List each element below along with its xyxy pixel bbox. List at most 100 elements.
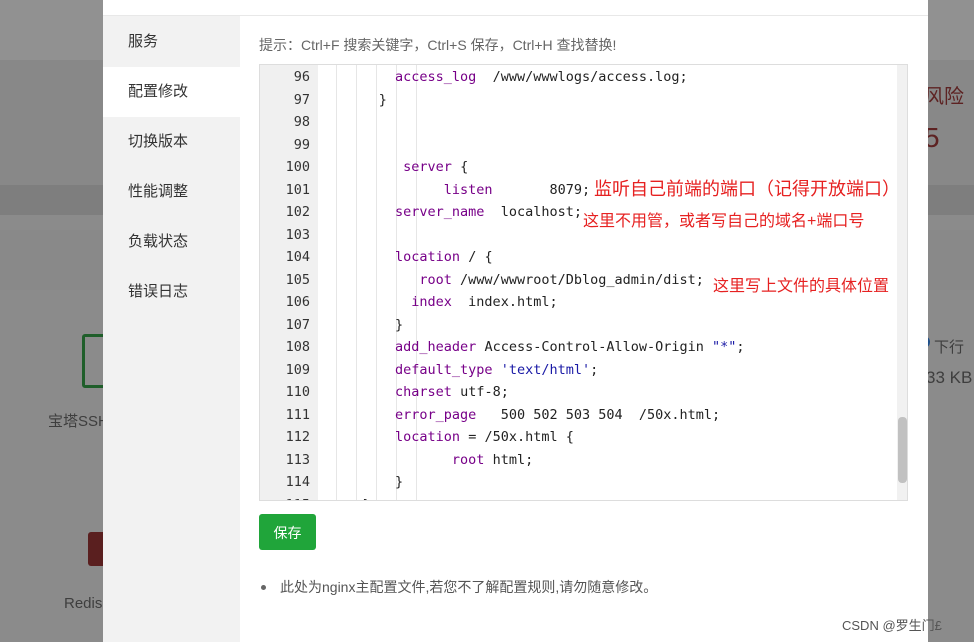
code-keyword: root: [451, 451, 485, 468]
download-value: 33 KB: [926, 368, 973, 387]
code-token: Access-Control-Allow-Origin: [476, 339, 713, 355]
line-number: 102: [285, 204, 310, 220]
line-number: 99: [293, 136, 310, 153]
save-button[interactable]: 保存: [259, 514, 316, 550]
code-token: /www/wwwlogs/access.log;: [476, 69, 688, 85]
line-number: 105: [285, 271, 310, 288]
annotation-listen-port: 监听自己前端的端口（记得开放端口）: [594, 179, 900, 199]
line-number: 111: [285, 406, 310, 423]
config-warning-note: 此处为nginx主配置文件,若您不了解配置规则,请勿随意修改。: [259, 577, 657, 597]
code-text: listen 8079;: [330, 179, 590, 202]
code-token: / {: [460, 249, 493, 265]
code-text: server_name localhost;: [330, 201, 582, 224]
code-text: location / {: [330, 246, 493, 269]
code-token: 500 502 503 504 /50x.html;: [476, 406, 721, 423]
code-keyword: root: [419, 271, 452, 288]
code-token: }: [395, 474, 404, 490]
code-text: }: [330, 471, 403, 494]
annotation-server-name: 这里不用管，或者写自己的域名+端口号: [583, 213, 865, 230]
sidebar-item-service[interactable]: 服务: [103, 17, 240, 67]
code-keyword: location: [395, 429, 461, 445]
code-keyword: default_type: [395, 361, 493, 378]
code-text: default_type 'text/html';: [330, 359, 598, 382]
code-text: }: [330, 314, 403, 337]
code-text: index index.html;: [330, 291, 558, 314]
line-number: 96: [293, 69, 310, 85]
line-number: 110: [285, 384, 310, 400]
nginx-settings-dialog: 服务 配置修改 切换版本 性能调整 负载状态 错误日志 提示：Ctrl+F 搜索…: [103, 0, 928, 642]
line-number: 97: [293, 91, 310, 108]
annotation-root-path: 这里写上文件的具体位置: [713, 278, 890, 295]
ssh-app-label: 宝塔SSH: [48, 413, 109, 430]
code-line[interactable]: 104 location / {: [260, 246, 896, 269]
code-keyword: add_header: [395, 339, 477, 355]
line-number: 107: [285, 316, 310, 333]
code-keyword: listen: [443, 181, 493, 198]
redis-app-label: Redis: [64, 595, 103, 612]
editor-scroll-thumb[interactable]: [898, 417, 907, 483]
code-line[interactable]: 96 access_log /www/wwwlogs/access.log;: [260, 66, 896, 89]
sidebar-item-version[interactable]: 切换版本: [103, 117, 240, 167]
line-number: 112: [285, 429, 310, 445]
code-line[interactable]: 110 charset utf-8;: [260, 381, 896, 404]
code-text: }: [330, 89, 387, 112]
sidebar-item-config[interactable]: 配置修改: [103, 67, 240, 117]
code-line[interactable]: 108 add_header Access-Control-Allow-Orig…: [260, 336, 896, 359]
csdn-watermark: CSDN @罗生门£: [842, 618, 942, 633]
code-token: ;: [590, 361, 599, 378]
code-line[interactable]: 99: [260, 134, 896, 157]
code-text: access_log /www/wwwlogs/access.log;: [330, 66, 688, 89]
code-token: index.html;: [451, 294, 558, 310]
code-line[interactable]: 115 }: [260, 494, 896, 501]
code-line[interactable]: 107 }: [260, 314, 896, 337]
download-label: 下行: [934, 339, 965, 356]
sidebar-item-load-status[interactable]: 负载状态: [103, 217, 240, 267]
code-string: 'text/html': [500, 361, 591, 378]
line-number: 106: [285, 294, 310, 310]
line-number: 101: [285, 181, 310, 198]
code-keyword: server: [403, 159, 452, 175]
code-token: ;: [736, 339, 745, 355]
code-line[interactable]: 109 default_type 'text/html';: [260, 359, 896, 382]
sidebar-item-error-log[interactable]: 错误日志: [103, 267, 240, 317]
line-number: 100: [285, 159, 310, 175]
code-line[interactable]: 112 location = /50x.html {: [260, 426, 896, 449]
code-token: {: [451, 159, 469, 175]
code-line[interactable]: 111 error_page 500 502 503 504 /50x.html…: [260, 404, 896, 427]
code-keyword: index: [411, 294, 452, 310]
editor-scrollbar[interactable]: [897, 65, 907, 500]
code-text: add_header Access-Control-Allow-Origin "…: [330, 336, 745, 359]
shortcut-hint: 提示：Ctrl+F 搜索关键字，Ctrl+S 保存，Ctrl+H 查找替换!: [259, 37, 617, 53]
code-line[interactable]: 98: [260, 111, 896, 134]
code-token: }: [378, 91, 387, 108]
line-number: 114: [285, 474, 310, 490]
sidebar-item-performance[interactable]: 性能调整: [103, 167, 240, 217]
code-token: utf-8;: [451, 384, 509, 400]
code-line[interactable]: 97 }: [260, 89, 896, 112]
code-line[interactable]: 114 }: [260, 471, 896, 494]
line-number: 113: [285, 451, 310, 468]
line-number: 108: [285, 339, 310, 355]
code-text: root /www/wwwroot/Dblog_admin/dist;: [330, 269, 703, 292]
code-token: }: [395, 316, 404, 333]
code-keyword: error_page: [395, 406, 477, 423]
line-number: 109: [285, 361, 310, 378]
code-keyword: charset: [395, 384, 452, 400]
code-line[interactable]: 113 root html;: [260, 449, 896, 472]
code-token: = /50x.html {: [460, 429, 574, 445]
